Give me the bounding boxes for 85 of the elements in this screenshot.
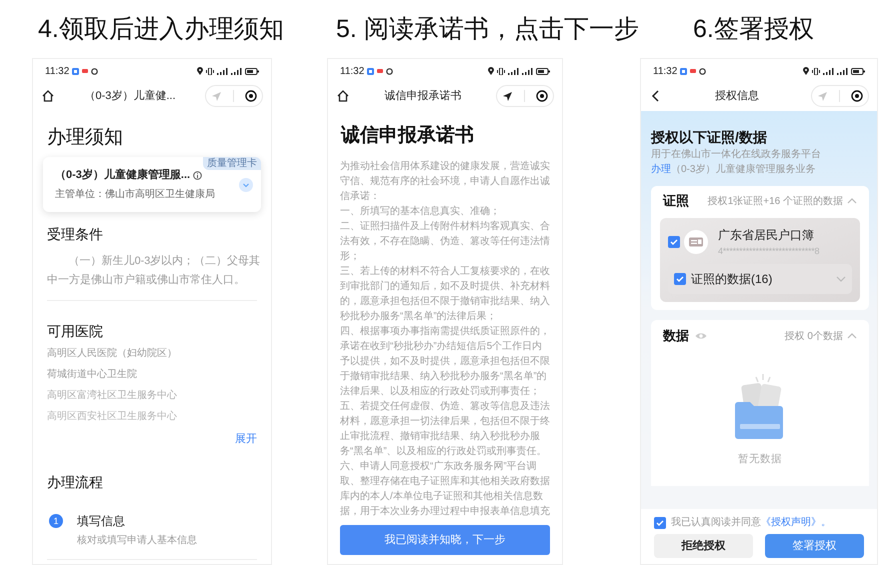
nav-title: （0-3岁）儿童健...: [83, 88, 177, 104]
step-heading: 6.签署授权: [693, 14, 814, 44]
notification-icon: [72, 68, 80, 74]
data-summary: 授权 0个数据: [784, 330, 843, 344]
vibrate-icon: [812, 68, 820, 74]
pledge-paragraph: 三、若上传的材料不符合人工复核要求的，在收到审批部门的通知后，如不及时提供、补充材料的，愿意承担包括但不限于撤销审批结果、纳入秒批秒办服务“黑名单”的法律后果；: [340, 264, 550, 324]
signal-icon: [837, 68, 848, 74]
agreement-link[interactable]: 《授权声明》: [761, 517, 821, 529]
checkbox[interactable]: [668, 236, 680, 248]
hospital-item: 荷城街道中心卫生院: [47, 368, 138, 382]
step-title: 填写信息: [77, 513, 125, 530]
step-number: 1: [49, 514, 63, 528]
check-icon: [670, 239, 678, 245]
purpose-text: 用于在佛山市一体化在线政务服务平台: [651, 148, 822, 162]
status-time: 11:32: [340, 64, 364, 78]
hospital-item: 高明区西安社区卫生服务中心: [47, 410, 178, 424]
page-title: 诚信申报承诺书: [340, 124, 475, 148]
signal-icon: [508, 68, 519, 74]
sign-button[interactable]: 签署授权: [765, 534, 864, 558]
hospital-item: 高明区人民医院（妇幼院区）: [47, 346, 178, 361]
notification-icon: [680, 68, 688, 74]
home-icon[interactable]: [41, 89, 55, 103]
reject-button[interactable]: 拒绝授权: [654, 534, 753, 558]
step-heading: 5. 阅读承诺书，点击下一步: [336, 14, 639, 44]
checkbox[interactable]: [654, 517, 666, 529]
license-summary: 授权1张证照+16 个证照的数据: [708, 194, 843, 208]
pledge-paragraph: 为推动社会信用体系建设的健康发展，营造诚实守信、规范有序的社会环境，申请人自愿作出诚信承诺：: [340, 160, 550, 204]
step-description: 核对或填写申请人基本信息: [77, 534, 198, 548]
id-card-icon: [684, 230, 708, 254]
license-data-label: 证照的数据(16): [691, 271, 774, 288]
location-icon: [488, 67, 494, 75]
checkbox[interactable]: [674, 273, 686, 285]
chevron-up-icon[interactable]: [847, 332, 857, 340]
empty-state-text: 暂无数据: [738, 452, 782, 466]
pledge-paragraph: 六、申请人同意授权“广东政务服务网”平台调取、整理存储在电子证照库和其他相关政府数据库内的本人/本单位电子证照和其他相关信息数据，用于本次业务办理过程中申报表单信息填充: [340, 460, 550, 519]
status-time: 11:32: [653, 64, 678, 78]
pledge-paragraph: 二、证照扫描件及上传附件材料均客观真实、合法有效，不存在隐瞒、伪造、篡改等任何违法情形；: [340, 220, 550, 264]
navigation-arrow-icon[interactable]: [502, 90, 514, 102]
vibrate-icon: [497, 68, 505, 74]
expand-link[interactable]: 展开: [235, 431, 257, 447]
conditions-text: （一）新生儿0-3岁以内；（二）父母其中一方是佛山市户籍或佛山市常住人口。: [47, 254, 261, 288]
section-heading: 证照: [663, 192, 689, 210]
battery-icon: [245, 68, 259, 74]
purpose-text: （0-3岁）儿童健康管理服务业务: [671, 162, 816, 177]
status-time: 11:32: [45, 64, 70, 78]
page-title: 授权以下证照/数据: [651, 128, 768, 147]
target-icon[interactable]: [850, 90, 863, 102]
section-heading: 办理流程: [47, 473, 104, 492]
quality-badge: 质量管理卡: [203, 157, 261, 170]
signal-icon: [823, 68, 834, 74]
pledge-paragraph: 四、根据事项办事指南需提供纸质证照原件的，承诺在收到“秒批秒办”办结短信后5个工作日内予以提供，如不及时提供，愿意承担包括但不限于撤销审批结果、纳入秒批秒办服务“黑名单”的法律后果、以及相应的行政处罚或刑事责任；: [340, 324, 550, 399]
pledge-paragraph: 五、若提交任何虚假、伪造、篡改等信息及违法材料，愿意承担一切法律后果，包括但不限于终止审批流程、撤销审批结果、纳入秒批秒办服务“黑名单”、以及相应的行政处罚或刑事责任。: [340, 400, 550, 459]
agreement-end: 。: [821, 517, 831, 529]
service-title: （0-3岁）儿童健康管理服...: [55, 168, 190, 183]
page-title: 办理须知: [47, 126, 124, 150]
section-heading: 受理条件: [47, 225, 104, 244]
battery-icon: [536, 68, 550, 74]
location-icon: [803, 67, 809, 75]
target-icon[interactable]: [536, 90, 548, 102]
nav-title: 授权信息: [714, 88, 760, 104]
purpose-action: 办理: [651, 162, 671, 177]
battery-icon: [851, 68, 865, 74]
signal-icon: [217, 68, 228, 74]
location-icon: [197, 67, 203, 75]
check-icon: [676, 276, 684, 282]
info-icon[interactable]: [193, 170, 202, 180]
license-name: 广东省居民户口簿: [718, 227, 815, 244]
nav-title: 诚信申报承诺书: [384, 88, 462, 104]
target-icon[interactable]: [244, 90, 257, 102]
pledge-paragraph: 一、所填写的基本信息真实、准确；: [340, 204, 501, 219]
vibrate-icon: [206, 68, 214, 74]
check-icon: [656, 520, 664, 526]
department-text: 主管单位：佛山市高明区卫生健康局: [55, 188, 216, 202]
step-heading: 4.领取后进入办理须知: [38, 14, 284, 44]
agreement-text: 我已认真阅读并同意: [671, 517, 761, 529]
next-step-button[interactable]: 我已阅读并知晓，下一步: [340, 525, 550, 555]
section-heading: 数据: [663, 327, 689, 346]
signal-icon: [231, 68, 242, 74]
section-heading: 可用医院: [47, 322, 104, 341]
hospital-item: 高明区富湾社区卫生服务中心: [47, 388, 178, 403]
expand-chevron-icon[interactable]: [239, 178, 253, 192]
chevron-up-icon[interactable]: [847, 197, 857, 205]
notification-icon: [367, 68, 374, 74]
home-icon[interactable]: [336, 89, 350, 103]
signal-icon: [522, 68, 533, 74]
